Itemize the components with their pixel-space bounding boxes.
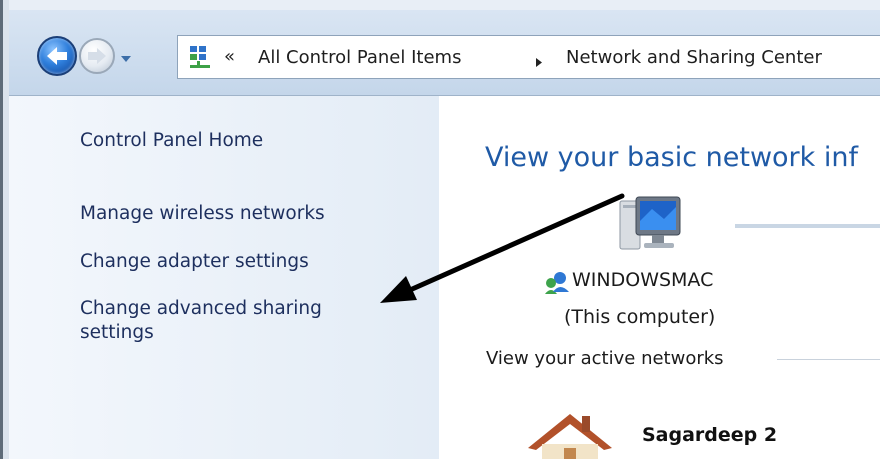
network-icon (188, 44, 216, 70)
sidebar-item-control-panel-home[interactable]: Control Panel Home (80, 129, 263, 153)
back-button[interactable] (37, 36, 77, 76)
recent-pages-button[interactable] (119, 50, 133, 62)
breadcrumb-all-control-panel-items[interactable]: All Control Panel Items (258, 46, 461, 70)
page-title: View your basic network inf (485, 142, 858, 173)
sidebar-item-manage-wireless-networks[interactable]: Manage wireless networks (80, 202, 325, 226)
computer-user-icon (543, 270, 571, 294)
active-networks-heading: View your active networks (486, 348, 724, 369)
network-name: Sagardeep 2 (642, 424, 778, 446)
section-divider (777, 359, 880, 360)
toolbar-top-edge (9, 0, 880, 10)
breadcrumb-overflow[interactable]: « (224, 45, 235, 69)
window-left-border (0, 0, 9, 459)
network-map-connector (735, 224, 880, 228)
forward-arrow-icon (88, 48, 106, 64)
forward-button[interactable] (79, 38, 115, 74)
computer-subtitle: (This computer) (564, 306, 716, 328)
sidebar-item-change-advanced-sharing-settings[interactable]: Change advanced sharing settings (80, 297, 380, 345)
sidebar-item-change-adapter-settings[interactable]: Change adapter settings (80, 250, 309, 274)
home-network-icon (524, 410, 616, 459)
back-arrow-icon (47, 47, 67, 65)
toolbar: « All Control Panel Items Network and Sh… (9, 0, 880, 96)
computer-icon[interactable] (612, 191, 688, 261)
chevron-down-icon (121, 56, 131, 62)
address-bar[interactable]: « All Control Panel Items Network and Sh… (177, 35, 880, 79)
breadcrumb-separator-icon[interactable] (534, 53, 544, 67)
breadcrumb-network-and-sharing-center[interactable]: Network and Sharing Center (566, 46, 822, 70)
computer-name: WINDOWSMAC (572, 269, 714, 291)
